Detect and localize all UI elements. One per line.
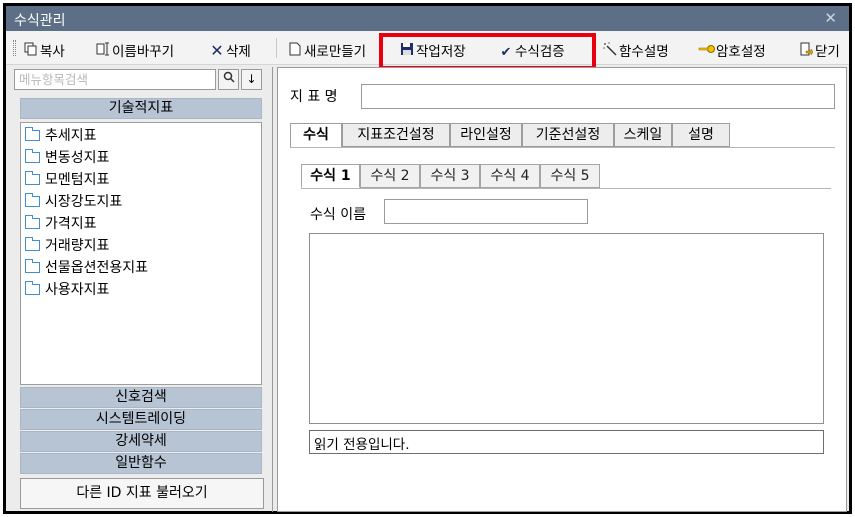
tree-item[interactable]: 사용자지표 <box>25 279 109 299</box>
tree-item[interactable]: 시장강도지표 <box>25 191 122 211</box>
menu-search-input[interactable] <box>14 69 216 90</box>
rename-icon <box>94 42 112 60</box>
tab-description[interactable]: 설명 <box>672 123 730 147</box>
close-button[interactable]: 닫기 <box>797 40 840 60</box>
folder-icon <box>25 193 40 207</box>
magic-wand-icon <box>601 42 619 60</box>
copy-label: 복사 <box>40 44 65 60</box>
delete-button[interactable]: ✕ 삭제 <box>208 40 251 60</box>
folder-icon <box>25 149 40 163</box>
password-setting-button[interactable]: 암호설정 <box>698 40 766 60</box>
tab-formula[interactable]: 수식 <box>290 123 342 148</box>
formula-name-label: 수식 이름 <box>310 207 366 223</box>
rename-button[interactable]: 이름바꾸기 <box>94 40 175 60</box>
copy-button[interactable]: 복사 <box>22 40 65 60</box>
highlight-box <box>379 33 596 70</box>
new-label: 새로만들기 <box>304 44 367 60</box>
copy-icon <box>22 42 40 60</box>
tree-item[interactable]: 변동성지표 <box>25 147 109 167</box>
function-help-label: 함수설명 <box>619 44 669 60</box>
tree-item-label: 시장강도지표 <box>45 194 123 210</box>
tree-item[interactable]: 모멘텀지표 <box>25 169 109 189</box>
tab-underline <box>290 147 835 148</box>
window-title: 수식관리 <box>14 13 66 29</box>
formula-tab-underline <box>301 188 831 189</box>
tree-item-label: 사용자지표 <box>45 282 110 298</box>
toolbar-grip[interactable] <box>13 40 16 56</box>
panel-divider[interactable] <box>272 67 273 512</box>
delete-label: 삭제 <box>226 44 251 60</box>
title-bar: 수식관리 ✕ <box>6 6 849 31</box>
category-signal-search[interactable]: 신호검색 <box>20 387 262 408</box>
folder-icon <box>25 237 40 251</box>
search-icon <box>223 71 235 86</box>
close-label: 닫기 <box>815 44 840 60</box>
category-strength[interactable]: 강세약세 <box>20 431 262 452</box>
folder-icon <box>25 171 40 185</box>
new-document-icon <box>286 42 304 60</box>
indicator-name-field[interactable] <box>361 84 835 109</box>
key-icon <box>698 42 716 60</box>
new-button[interactable]: 새로만들기 <box>286 40 367 60</box>
formula-manager-window: 수식관리 ✕ 복사 이름바꾸기 ✕ 삭제 새로만들기 작업저장 ✔ 수식검증 함… <box>3 3 852 514</box>
tree-item[interactable]: 선물옵션전용지표 <box>25 257 148 277</box>
folder-icon <box>25 281 40 295</box>
category-system-trading[interactable]: 시스템트레이딩 <box>20 409 262 430</box>
tree-item-label: 가격지표 <box>45 216 97 232</box>
tree-item[interactable]: 거래량지표 <box>25 235 109 255</box>
category-general-functions[interactable]: 일반함수 <box>20 453 262 474</box>
right-panel: 지 표 명 수식 지표조건설정 라인설정 기준선설정 스케일 설명 수식 1 수… <box>277 67 847 512</box>
rename-label: 이름바꾸기 <box>112 44 175 60</box>
tree-item-label: 선물옵션전용지표 <box>45 260 149 276</box>
close-icon[interactable]: ✕ <box>824 9 837 27</box>
left-panel: ↓ 기술적지표 추세지표 변동성지표 모멘텀지표 시장강도지표 가격지표 거래량… <box>12 67 268 510</box>
tree-item[interactable]: 가격지표 <box>25 213 97 233</box>
status-bar: 읽기 전용입니다. <box>309 430 824 454</box>
folder-icon <box>25 259 40 273</box>
tab-formula-4[interactable]: 수식 4 <box>480 164 540 188</box>
exit-door-icon <box>797 42 815 60</box>
tab-indicator-condition[interactable]: 지표조건설정 <box>342 123 450 147</box>
tab-formula-2[interactable]: 수식 2 <box>360 164 420 188</box>
load-other-id-button[interactable]: 다른 ID 지표 불러오기 <box>20 478 264 509</box>
tab-scale[interactable]: 스케일 <box>614 123 672 147</box>
indicator-tree[interactable]: 추세지표 변동성지표 모멘텀지표 시장강도지표 가격지표 거래량지표 선물옵션전… <box>20 122 262 385</box>
tab-formula-1[interactable]: 수식 1 <box>301 164 360 188</box>
folder-icon <box>25 215 40 229</box>
indicator-name-label: 지 표 명 <box>290 89 338 105</box>
x-icon: ✕ <box>210 41 224 60</box>
tree-item-label: 추세지표 <box>45 128 97 144</box>
down-arrow-icon: ↓ <box>246 72 257 86</box>
tree-item-label: 모멘텀지표 <box>45 172 110 188</box>
search-button[interactable] <box>218 69 239 90</box>
tree-item-label: 변동성지표 <box>45 150 110 166</box>
formula-name-field[interactable] <box>384 199 588 224</box>
function-help-button[interactable]: 함수설명 <box>601 40 669 60</box>
tab-baseline-settings[interactable]: 기준선설정 <box>522 123 614 147</box>
tab-formula-3[interactable]: 수식 3 <box>420 164 480 188</box>
password-setting-label: 암호설정 <box>716 44 766 60</box>
tree-item-label: 거래량지표 <box>45 238 110 254</box>
category-technical[interactable]: 기술적지표 <box>20 98 262 119</box>
formula-editor[interactable] <box>309 233 824 424</box>
tab-line-settings[interactable]: 라인설정 <box>450 123 522 147</box>
down-arrow-button[interactable]: ↓ <box>241 69 262 90</box>
toolbar-separator <box>276 38 277 58</box>
folder-icon <box>25 127 40 141</box>
tab-formula-5[interactable]: 수식 5 <box>540 164 600 188</box>
tree-item[interactable]: 추세지표 <box>25 125 97 145</box>
